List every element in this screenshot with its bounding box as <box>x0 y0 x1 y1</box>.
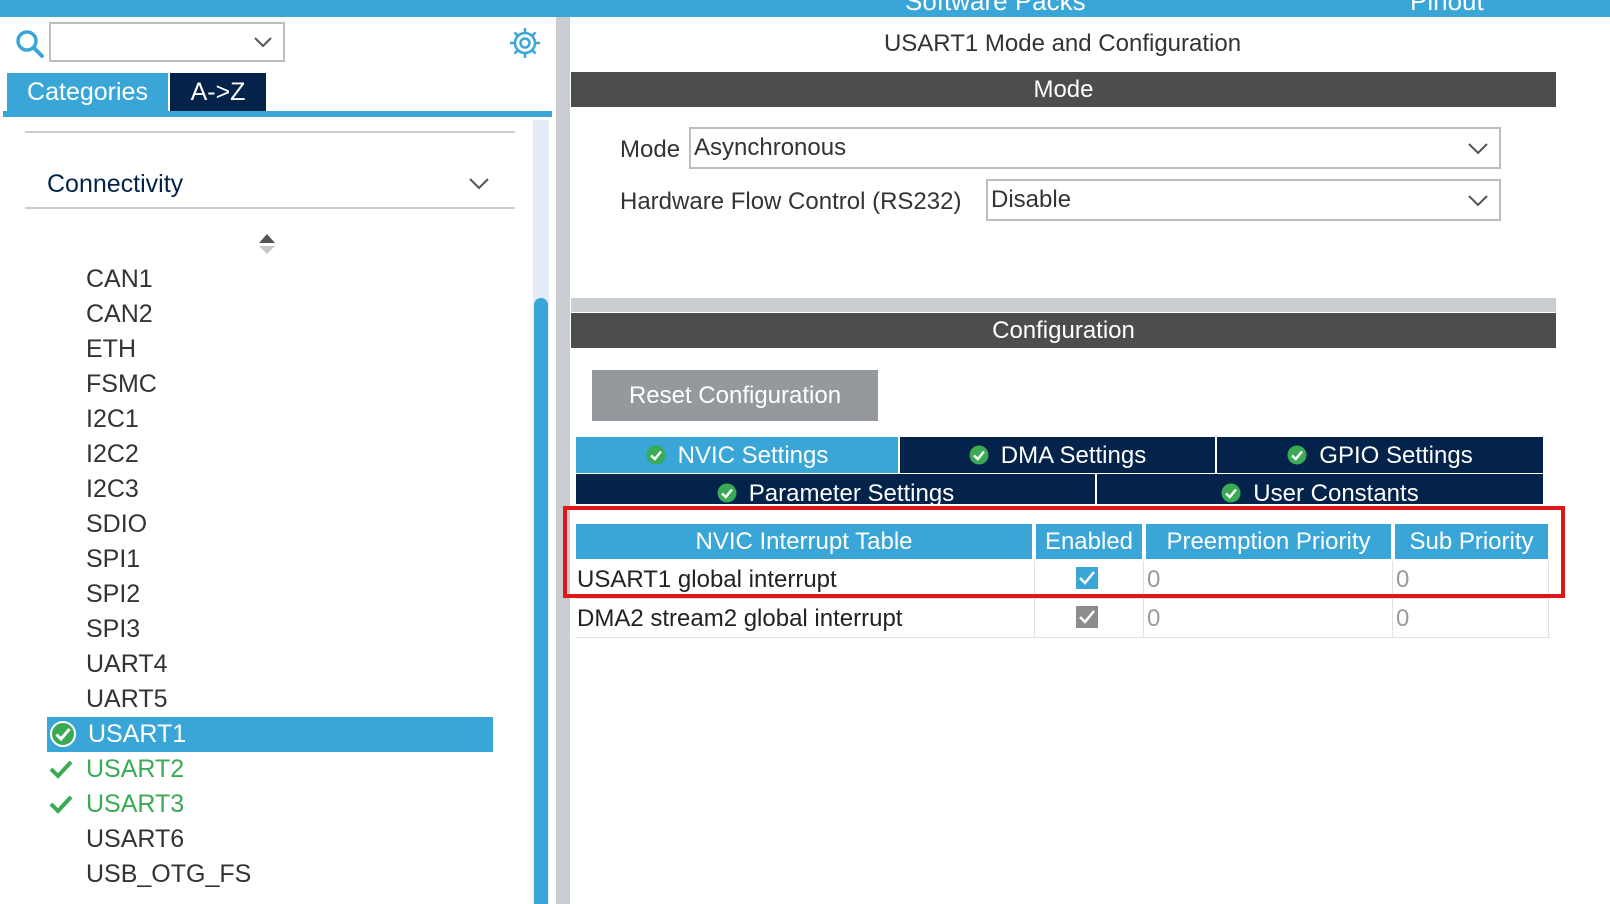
category-title[interactable]: Connectivity <box>47 170 183 199</box>
reset-configuration-button[interactable]: Reset Configuration <box>592 370 878 421</box>
scrollbar-thumb[interactable] <box>534 298 548 904</box>
chevron-down-icon <box>1468 143 1488 155</box>
mode-select[interactable]: Asynchronous <box>689 127 1501 169</box>
top-tab-software-packs[interactable]: Software Packs <box>905 0 1086 17</box>
sub-priority-cell: 0 <box>1396 605 1410 632</box>
list-item-can1[interactable]: CAN1 <box>86 262 153 297</box>
tab-label: User Constants <box>1253 480 1419 504</box>
divider <box>25 131 515 133</box>
chevron-down-icon <box>1468 195 1488 207</box>
list-item-label: USART1 <box>88 720 187 748</box>
tab-label: DMA Settings <box>1000 442 1147 469</box>
row-divider <box>575 598 1550 599</box>
list-item-sdio[interactable]: SDIO <box>86 507 147 542</box>
list-item-label: I2C2 <box>86 440 139 468</box>
row-divider <box>575 637 1550 638</box>
list-item-can2[interactable]: CAN2 <box>86 297 153 332</box>
chevron-down-icon <box>254 37 272 48</box>
left-panel <box>0 17 556 904</box>
gear-icon[interactable] <box>508 26 542 60</box>
flow-control-label: Hardware Flow Control (RS232) <box>620 188 962 215</box>
tab-gpio-settings[interactable]: GPIO Settings <box>1217 437 1543 473</box>
list-item-label: SDIO <box>86 510 148 538</box>
list-item-spi3[interactable]: SPI3 <box>86 612 140 647</box>
list-item-label: SPI1 <box>86 545 141 573</box>
list-item-i2c2[interactable]: I2C2 <box>86 437 139 472</box>
list-item-uart4[interactable]: UART4 <box>86 647 168 682</box>
list-item-usart2[interactable]: USART2 <box>49 752 185 787</box>
list-item-label: CAN2 <box>86 300 153 328</box>
list-item-label: I2C1 <box>86 405 139 433</box>
tab-label: GPIO Settings <box>1319 442 1473 469</box>
tab-parameter-settings[interactable]: Parameter Settings <box>576 474 1095 504</box>
list-item-uart5[interactable]: UART5 <box>86 682 168 717</box>
tabs-underline <box>3 111 552 117</box>
list-item-label: UART5 <box>86 685 168 713</box>
check-circle-icon <box>50 721 76 747</box>
checkmark-icon <box>49 795 73 814</box>
list-item-label: I2C3 <box>86 475 139 503</box>
check-circle-icon <box>1221 483 1241 503</box>
list-item-label: UART4 <box>86 650 168 678</box>
panel-splitter[interactable] <box>556 17 570 904</box>
list-item-label: SPI2 <box>86 580 141 608</box>
list-item-usart6[interactable]: USART6 <box>86 822 184 857</box>
top-toolbar: Software Packs Pinout <box>0 0 1610 17</box>
list-item-i2c3[interactable]: I2C3 <box>86 472 139 507</box>
search-input[interactable] <box>49 22 285 62</box>
list-item-usb_otg_fs[interactable]: USB_OTG_FS <box>86 857 251 892</box>
list-item-label: SPI3 <box>86 615 141 643</box>
list-item-spi2[interactable]: SPI2 <box>86 577 140 612</box>
checkmark-icon <box>1079 610 1095 624</box>
top-tab-pinout[interactable]: Pinout <box>1410 0 1484 17</box>
mode-section-header: Mode <box>571 72 1556 107</box>
list-item-label: USART6 <box>86 825 185 853</box>
list-item-label: USART2 <box>86 755 185 783</box>
mode-label: Mode <box>620 136 681 163</box>
check-circle-icon <box>969 445 989 465</box>
flow-control-select[interactable]: Disable <box>986 179 1501 221</box>
preemption-priority-cell: 0 <box>1147 605 1161 632</box>
page-title: USART1 Mode and Configuration <box>883 30 1242 57</box>
tab-user-constants[interactable]: User Constants <box>1097 474 1543 504</box>
search-icon[interactable] <box>16 30 44 58</box>
flow-control-value: Disable <box>991 186 1072 213</box>
check-circle-icon <box>717 483 737 503</box>
highlight-annotation-box <box>563 506 1565 598</box>
list-item-i2c1[interactable]: I2C1 <box>86 402 139 437</box>
list-item-label: FSMC <box>86 370 157 398</box>
checkmark-icon <box>49 760 73 779</box>
check-circle-icon <box>646 445 666 465</box>
list-item-eth[interactable]: ETH <box>86 332 136 367</box>
tab-nvic-settings[interactable]: NVIC Settings <box>576 437 898 473</box>
chevron-down-icon[interactable] <box>468 175 490 191</box>
check-circle-icon <box>1287 445 1307 465</box>
tab-categories[interactable]: Categories <box>7 73 168 111</box>
divider <box>25 207 515 209</box>
tab-label: NVIC Settings <box>677 442 829 469</box>
list-item-usart3[interactable]: USART3 <box>49 787 185 822</box>
section-separator <box>571 298 1556 312</box>
sort-icon[interactable] <box>258 233 276 255</box>
list-item-label: CAN1 <box>86 265 153 293</box>
configuration-section-header: Configuration <box>571 313 1556 348</box>
list-item-spi1[interactable]: SPI1 <box>86 542 140 577</box>
list-item-label: ETH <box>86 335 136 363</box>
tab-a-to-z[interactable]: A->Z <box>170 73 266 111</box>
list-item-label: USB_OTG_FS <box>86 860 252 888</box>
mode-value: Asynchronous <box>694 134 847 161</box>
tab-dma-settings[interactable]: DMA Settings <box>900 437 1215 473</box>
list-item-fsmc[interactable]: FSMC <box>86 367 157 402</box>
enabled-checkbox-disabled <box>1076 606 1098 628</box>
list-item-label: USART3 <box>86 790 185 818</box>
interrupt-name: DMA2 stream2 global interrupt <box>577 605 903 632</box>
list-item-usart1[interactable]: USART1 <box>47 717 493 752</box>
tab-label: Parameter Settings <box>748 480 955 504</box>
